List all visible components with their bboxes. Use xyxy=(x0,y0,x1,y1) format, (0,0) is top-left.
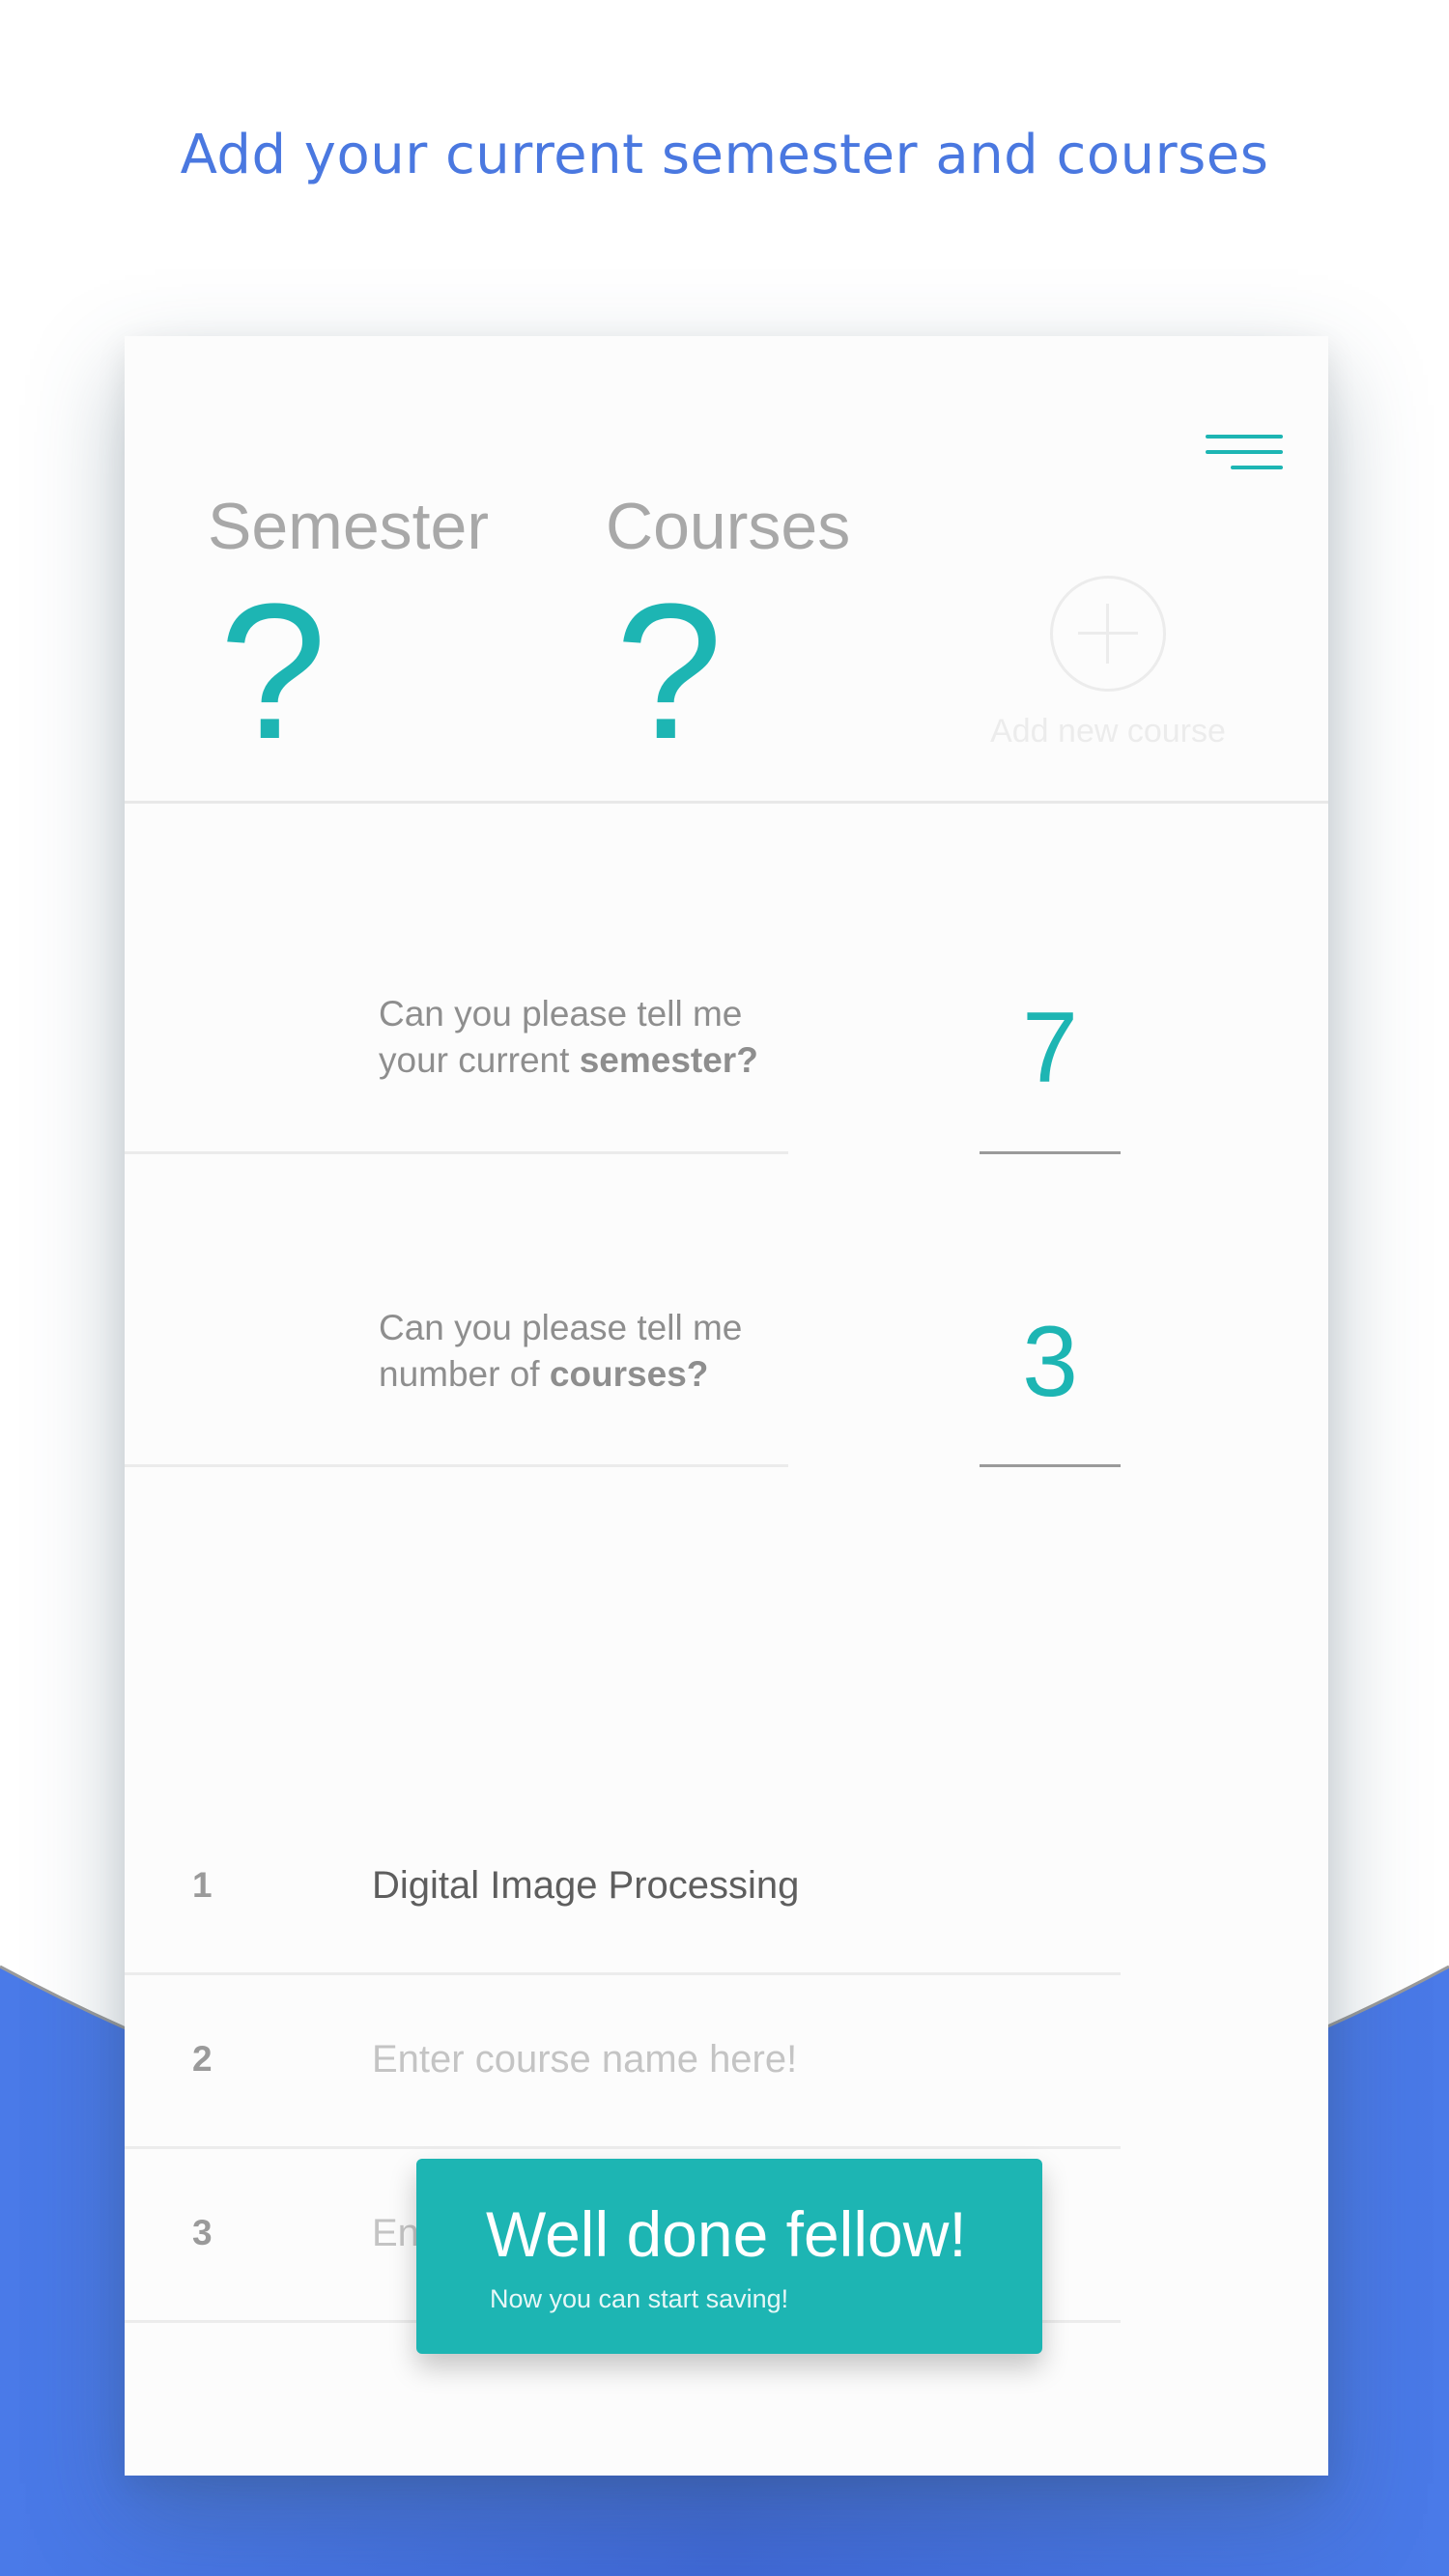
question-divider xyxy=(125,1464,788,1467)
courses-question: Can you please tell me number of courses… xyxy=(379,1305,742,1398)
page-headline: Add your current semester and courses xyxy=(180,124,1269,186)
course-number: 2 xyxy=(192,2039,213,2079)
button-title: Well done fellow! xyxy=(486,2198,967,2270)
course-row: 1 xyxy=(125,1798,1121,1975)
semester-value: ? xyxy=(219,564,327,779)
answer-underline xyxy=(980,1464,1121,1467)
header-divider xyxy=(125,801,1328,804)
question-line: Can you please tell me xyxy=(379,1308,743,1347)
answer-underline xyxy=(980,1151,1121,1154)
well-done-button[interactable]: Well done fellow! Now you can start savi… xyxy=(416,2159,1042,2354)
menu-line-icon xyxy=(1206,435,1283,439)
add-new-course-button[interactable]: Add new course xyxy=(982,576,1234,750)
semester-question: Can you please tell me your current seme… xyxy=(379,991,758,1084)
question-keyword: courses? xyxy=(549,1354,709,1394)
button-subtitle: Now you can start saving! xyxy=(490,2284,789,2313)
plus-circle-icon xyxy=(1050,576,1166,692)
question-line: Can you please tell me xyxy=(379,994,743,1033)
course-name-input[interactable] xyxy=(372,2032,1087,2086)
question-line: number of xyxy=(379,1354,550,1394)
menu-line-icon xyxy=(1231,466,1283,469)
course-number: 1 xyxy=(192,1865,213,1905)
question-keyword: semester? xyxy=(579,1040,758,1080)
course-row: 2 xyxy=(125,1972,1121,2149)
setup-card: Semester ? Courses ? Add new course Can … xyxy=(125,336,1328,2476)
courses-label: Courses xyxy=(606,490,851,563)
course-name-input[interactable] xyxy=(372,1858,1087,1912)
courses-value: ? xyxy=(615,564,724,779)
semester-answer-input[interactable]: 7 xyxy=(980,998,1121,1098)
menu-line-icon xyxy=(1206,450,1283,454)
course-number: 3 xyxy=(192,2213,213,2252)
question-divider xyxy=(125,1151,788,1154)
hamburger-menu-button[interactable] xyxy=(1206,435,1283,479)
add-course-label: Add new course xyxy=(990,713,1226,750)
semester-label: Semester xyxy=(208,490,489,563)
courses-answer-input[interactable]: 3 xyxy=(980,1312,1121,1412)
question-line: your current xyxy=(379,1040,580,1080)
